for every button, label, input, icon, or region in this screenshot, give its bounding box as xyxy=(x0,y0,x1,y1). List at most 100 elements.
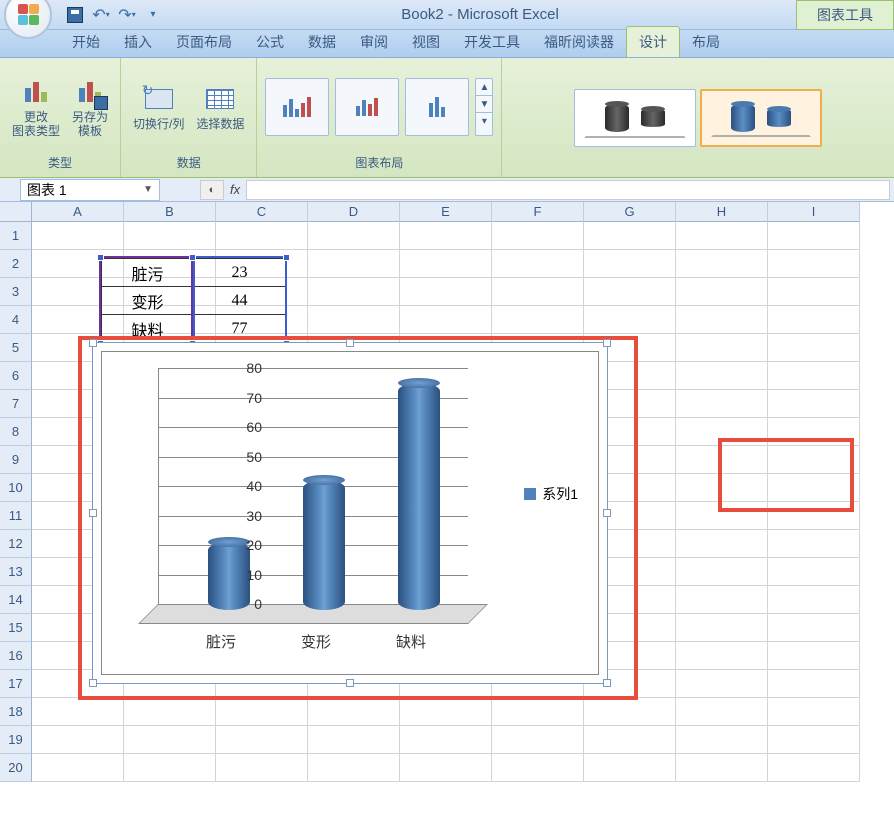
cell[interactable] xyxy=(308,754,400,782)
row-header[interactable]: 7 xyxy=(0,390,32,418)
chart-resize-handle[interactable] xyxy=(89,509,97,517)
tab-developer[interactable]: 开发工具 xyxy=(452,27,532,57)
cell[interactable] xyxy=(584,250,676,278)
tab-view[interactable]: 视图 xyxy=(400,27,452,57)
col-header[interactable]: H xyxy=(676,202,768,222)
cell[interactable] xyxy=(768,334,860,362)
cell[interactable] xyxy=(216,726,308,754)
chart-bar-2[interactable] xyxy=(303,480,345,610)
cell[interactable] xyxy=(400,250,492,278)
fx-expand-button[interactable]: ◐ xyxy=(200,180,224,200)
cell[interactable] xyxy=(768,726,860,754)
cell[interactable] xyxy=(32,222,124,250)
chart-layout-1[interactable] xyxy=(265,78,329,136)
chart-resize-handle[interactable] xyxy=(346,679,354,687)
cell[interactable] xyxy=(492,222,584,250)
cell-C3[interactable]: 23 xyxy=(194,259,286,287)
select-all-corner[interactable] xyxy=(0,202,32,222)
cell-C4[interactable]: 44 xyxy=(194,287,286,315)
chart-resize-handle[interactable] xyxy=(603,339,611,347)
tab-foxit[interactable]: 福昕阅读器 xyxy=(532,27,626,57)
cell-C5[interactable]: 77 xyxy=(194,315,286,343)
row-header[interactable]: 15 xyxy=(0,614,32,642)
change-chart-type-button[interactable]: 更改 图表类型 xyxy=(8,74,64,141)
cell[interactable] xyxy=(676,418,768,446)
cell[interactable] xyxy=(768,614,860,642)
chart-legend[interactable]: 系列1 xyxy=(524,484,578,504)
col-header[interactable]: A xyxy=(32,202,124,222)
layout-down-button[interactable]: ▼ xyxy=(476,96,492,113)
col-header[interactable]: B xyxy=(124,202,216,222)
cell[interactable] xyxy=(308,698,400,726)
cell[interactable] xyxy=(676,586,768,614)
cell[interactable] xyxy=(584,306,676,334)
cell[interactable] xyxy=(584,754,676,782)
cell[interactable] xyxy=(676,362,768,390)
cell[interactable] xyxy=(768,390,860,418)
qat-customize-button[interactable]: ▾ xyxy=(142,4,164,26)
cell[interactable] xyxy=(768,670,860,698)
row-header[interactable]: 14 xyxy=(0,586,32,614)
cell[interactable] xyxy=(216,754,308,782)
select-data-button[interactable]: 选择数据 xyxy=(192,81,248,133)
cell[interactable] xyxy=(400,754,492,782)
cell[interactable] xyxy=(768,530,860,558)
cell[interactable] xyxy=(32,726,124,754)
cell[interactable] xyxy=(768,418,860,446)
chevron-down-icon[interactable]: ▼ xyxy=(143,184,153,195)
cell[interactable] xyxy=(768,502,860,530)
cell[interactable] xyxy=(584,698,676,726)
cell[interactable] xyxy=(676,670,768,698)
cell[interactable] xyxy=(768,642,860,670)
cell[interactable] xyxy=(676,726,768,754)
cell[interactable] xyxy=(768,698,860,726)
col-header[interactable]: F xyxy=(492,202,584,222)
row-header[interactable]: 3 xyxy=(0,278,32,306)
row-header[interactable]: 5 xyxy=(0,334,32,362)
cell[interactable] xyxy=(768,278,860,306)
tab-page-layout[interactable]: 页面布局 xyxy=(164,27,244,57)
col-header[interactable]: I xyxy=(768,202,860,222)
cell[interactable] xyxy=(492,278,584,306)
cell[interactable] xyxy=(676,222,768,250)
row-header[interactable]: 9 xyxy=(0,446,32,474)
cell[interactable] xyxy=(676,754,768,782)
row-header[interactable]: 17 xyxy=(0,670,32,698)
cell[interactable] xyxy=(584,726,676,754)
cell[interactable] xyxy=(124,222,216,250)
cell[interactable] xyxy=(308,278,400,306)
chart-resize-handle[interactable] xyxy=(603,679,611,687)
layout-up-button[interactable]: ▲ xyxy=(476,79,492,96)
save-as-template-button[interactable]: 另存为 模板 xyxy=(68,74,112,141)
layout-more-button[interactable]: ▾ xyxy=(476,113,492,130)
formula-input[interactable] xyxy=(246,180,890,200)
cell[interactable] xyxy=(768,222,860,250)
cell[interactable] xyxy=(768,754,860,782)
cell[interactable] xyxy=(768,474,860,502)
cell[interactable] xyxy=(124,726,216,754)
tab-data[interactable]: 数据 xyxy=(296,27,348,57)
cell[interactable] xyxy=(492,754,584,782)
cell[interactable] xyxy=(308,222,400,250)
cell[interactable] xyxy=(492,250,584,278)
row-header[interactable]: 10 xyxy=(0,474,32,502)
cell[interactable] xyxy=(400,306,492,334)
cell-B3[interactable]: 脏污 xyxy=(102,259,194,287)
cell[interactable] xyxy=(768,306,860,334)
row-header[interactable]: 11 xyxy=(0,502,32,530)
tab-layout[interactable]: 布局 xyxy=(680,27,732,57)
chart-resize-handle[interactable] xyxy=(346,339,354,347)
cell[interactable] xyxy=(32,754,124,782)
cell[interactable] xyxy=(308,726,400,754)
cell[interactable] xyxy=(676,530,768,558)
chart-layout-3[interactable] xyxy=(405,78,469,136)
row-header[interactable]: 13 xyxy=(0,558,32,586)
row-header[interactable]: 19 xyxy=(0,726,32,754)
tab-home[interactable]: 开始 xyxy=(60,27,112,57)
cell[interactable] xyxy=(492,698,584,726)
cell[interactable] xyxy=(676,278,768,306)
chart-resize-handle[interactable] xyxy=(89,339,97,347)
cell-B5[interactable]: 缺料 xyxy=(102,315,194,343)
col-header[interactable]: C xyxy=(216,202,308,222)
tab-insert[interactable]: 插入 xyxy=(112,27,164,57)
